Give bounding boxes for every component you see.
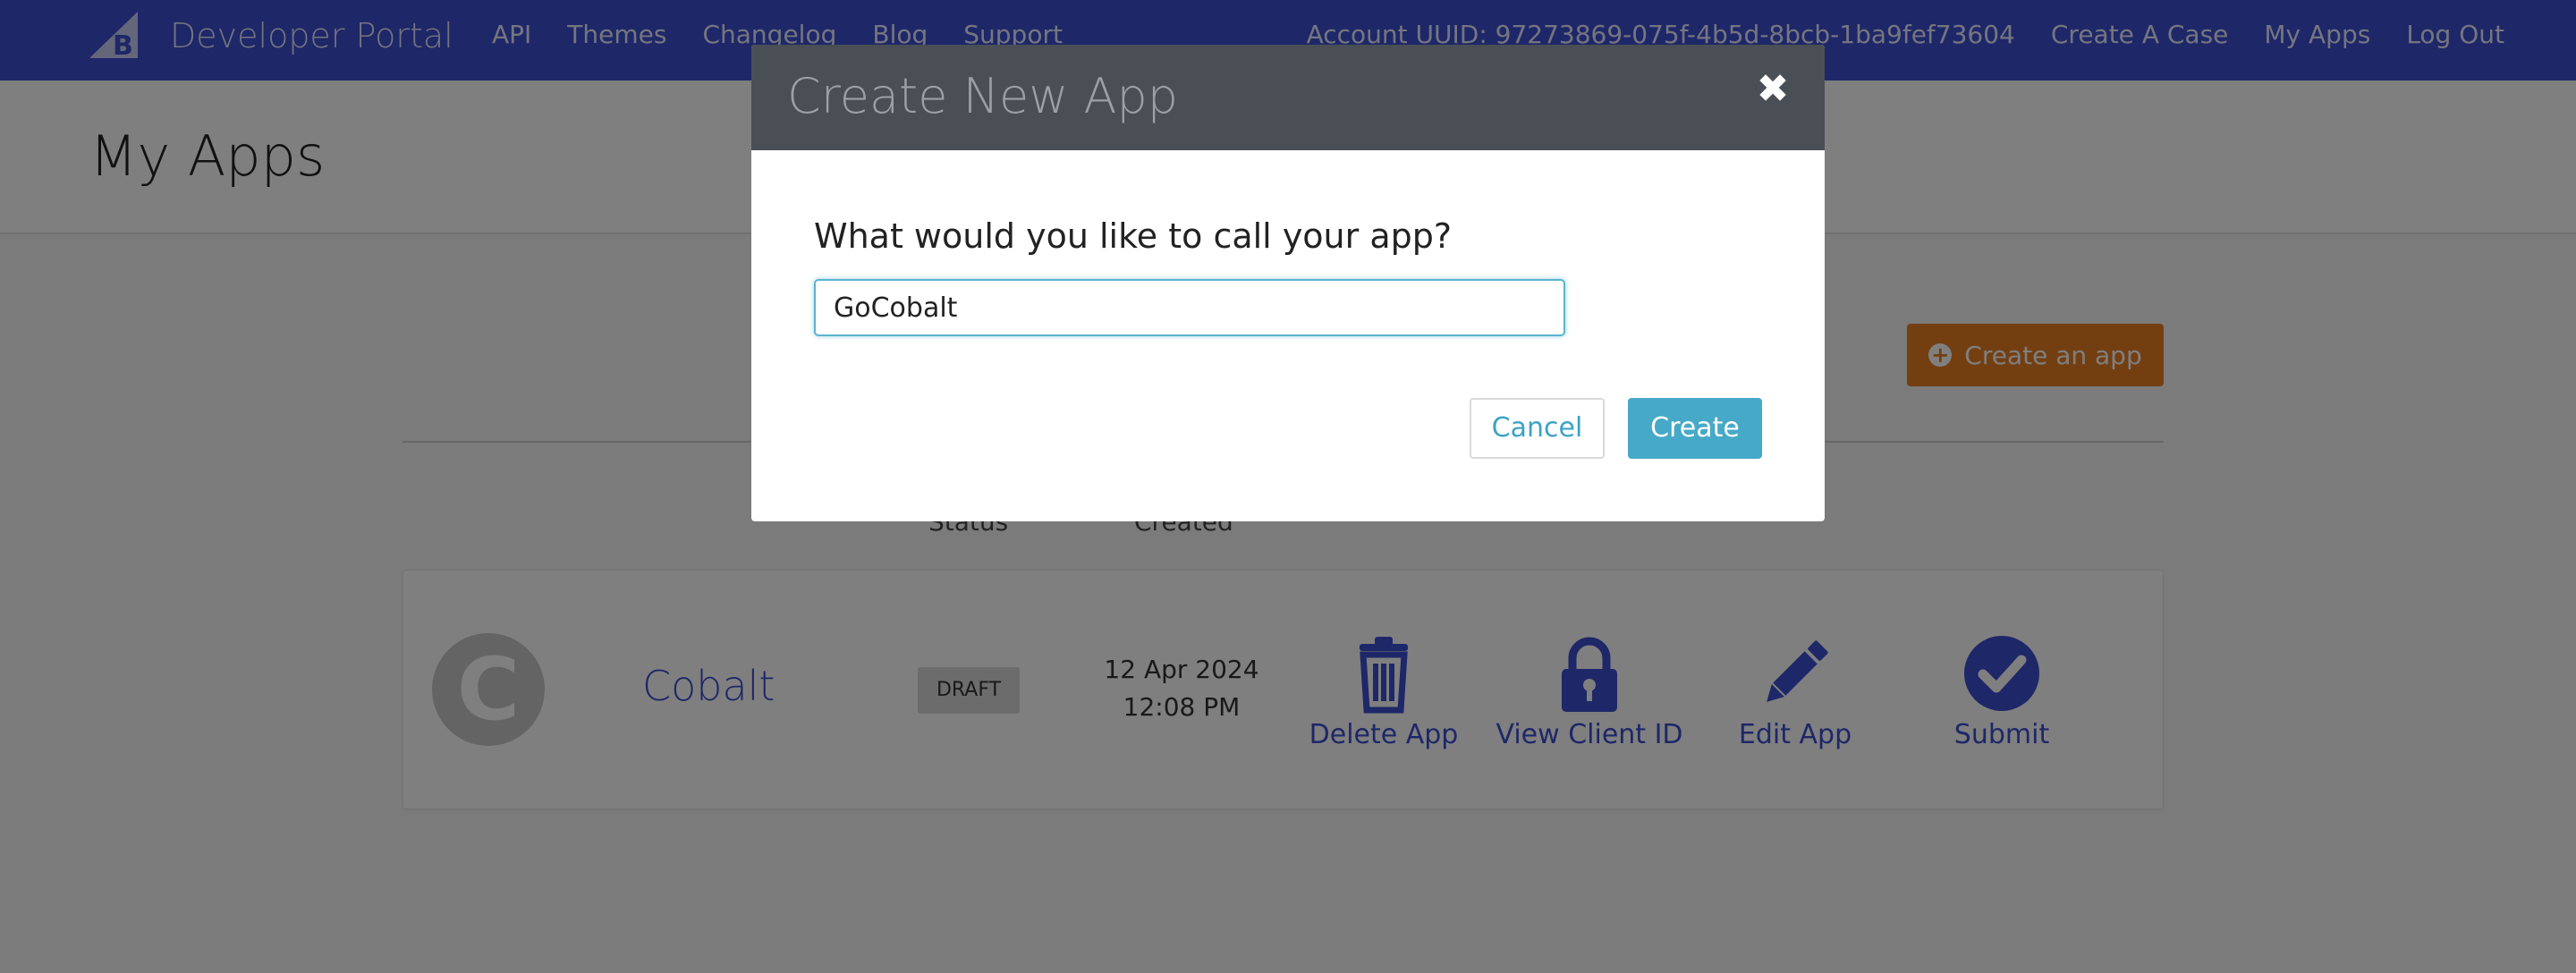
modal-header: Create New App ✖ bbox=[751, 45, 1825, 150]
close-icon[interactable]: ✖ bbox=[1755, 70, 1791, 109]
app-name-input[interactable] bbox=[814, 279, 1565, 336]
create-new-app-modal: Create New App ✖ What would you like to … bbox=[751, 45, 1825, 521]
modal-title: Create New App bbox=[787, 68, 1179, 124]
app-name-question: What would you like to call your app? bbox=[814, 216, 1453, 256]
cancel-button[interactable]: Cancel bbox=[1470, 398, 1605, 459]
create-button[interactable]: Create bbox=[1628, 398, 1762, 459]
